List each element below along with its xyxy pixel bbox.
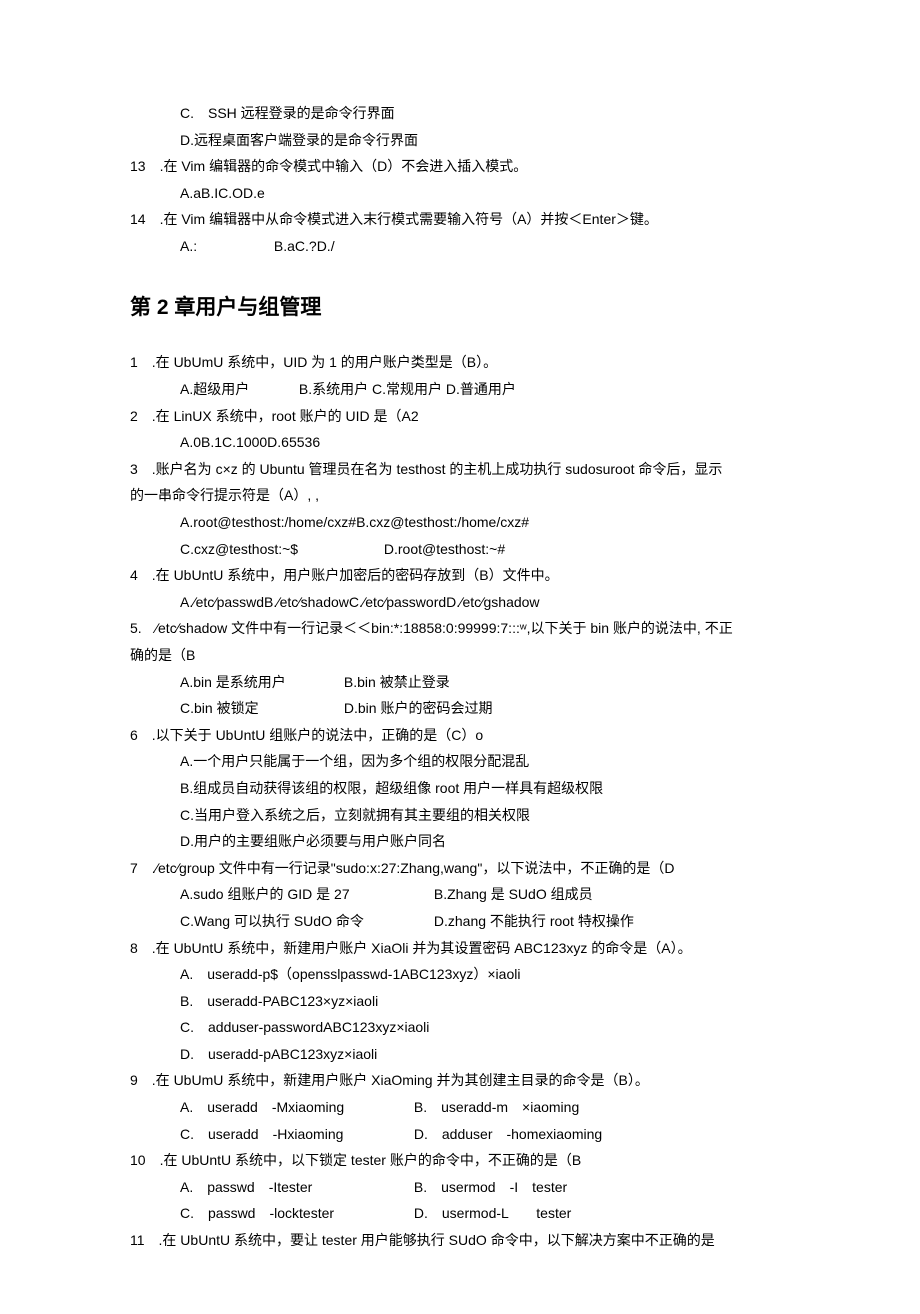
q8-opt-d: D. useradd-pABC123xyz×iaoli [130, 1041, 790, 1068]
prev-q12-option-d: D.远程桌面客户端登录的是命令行界面 [130, 127, 790, 154]
q2-options: A.0B.1C.1000D.65536 [130, 429, 790, 456]
q9-stem: 9 .在 UbUmU 系统中，新建用户账户 XiaOming 并为其创建主目录的… [130, 1067, 790, 1094]
q9-options-row2: C. useradd -Hxiaoming D. adduser -homexi… [130, 1121, 790, 1148]
q3-opt-c: C.cxz@testhost:~$ [180, 536, 380, 563]
q7-opt-b: B.Zhang 是 SUdO 组成员 [434, 886, 593, 902]
q3-options-row1: A.root@testhost:/home/cxz#B.cxz@testhost… [130, 509, 790, 536]
prev-q12-option-c: C. SSH 远程登录的是命令行界面 [130, 100, 790, 127]
prev-q14-options: A.: B.aC.?D./ [130, 233, 790, 260]
q7-opt-c: C.Wang 可以执行 SUdO 命令 [180, 908, 430, 935]
q8-opt-c: C. adduser-passwordABC123xyz×iaoli [130, 1014, 790, 1041]
q5-opt-c: C.bin 被锁定 [180, 695, 340, 722]
q6-opt-c: C.当用户登入系统之后，立刻就拥有其主要组的相关权限 [130, 802, 790, 829]
chapter-2-title: 第 2 章用户与组管理 [130, 288, 790, 328]
q10-options-row1: A. passwd -Itester B. usermod -I tester [130, 1174, 790, 1201]
q10-opt-a: A. passwd -Itester [180, 1174, 410, 1201]
q8-stem: 8 .在 UbUntU 系统中，新建用户账户 XiaOli 并为其设置密码 AB… [130, 935, 790, 962]
q3-stem-1: 3 .账户名为 c×z 的 Ubuntu 管理员在名为 testhost 的主机… [130, 456, 790, 483]
prev-q14-opt-rest: B.aC.?D./ [274, 238, 335, 254]
q5-stem-2: 确的是（B [130, 642, 790, 669]
q3-opt-d: D.root@testhost:~# [384, 541, 505, 557]
q9-opt-c: C. useradd -Hxiaoming [180, 1121, 410, 1148]
q6-opt-b: B.组成员自动获得该组的权限，超级组像 root 用户一样具有超级权限 [130, 775, 790, 802]
q6-stem: 6 .以下关于 UbUntU 组账户的说法中，正确的是（C）o [130, 722, 790, 749]
prev-q13-options: A.aB.IC.OD.e [130, 180, 790, 207]
q4-options: A.∕etc∕passwdB.∕etc∕shadowC.∕etc∕passwor… [130, 589, 790, 616]
q7-options-row2: C.Wang 可以执行 SUdO 命令 D.zhang 不能执行 root 特权… [130, 908, 790, 935]
q10-opt-c: C. passwd -locktester [180, 1200, 410, 1227]
q10-stem: 10 .在 UbUntU 系统中，以下锁定 tester 账户的命令中，不正确的… [130, 1147, 790, 1174]
q9-opt-b: B. useradd-m ×iaoming [414, 1099, 579, 1115]
q10-opt-b: B. usermod -I tester [414, 1179, 567, 1195]
q3-stem-2: 的一串命令行提示符是（A）, , [130, 482, 790, 509]
q10-opt-d: D. usermod-L tester [414, 1205, 571, 1221]
q8-opt-b: B. useradd-PABC123×yz×iaoli [130, 988, 790, 1015]
q11-stem: 11 .在 UbUntU 系统中，要让 tester 用户能够执行 SUdO 命… [130, 1227, 790, 1254]
q5-opt-d: D.bin 账户的密码会过期 [344, 700, 493, 716]
q1-stem: 1 .在 UbUmU 系统中，UID 为 1 的用户账户类型是（B）。 [130, 349, 790, 376]
q9-opt-d: D. adduser -homexiaoming [414, 1126, 602, 1142]
q9-options-row1: A. useradd -Mxiaoming B. useradd-m ×iaom… [130, 1094, 790, 1121]
prev-q14-stem: 14 .在 Vim 编辑器中从命令模式进入末行模式需要输入符号（A）并按＜Ent… [130, 206, 790, 233]
q4-stem: 4 .在 UbUntU 系统中，用户账户加密后的密码存放到（B）文件中。 [130, 562, 790, 589]
q7-opt-a: A.sudo 组账户的 GID 是 27 [180, 881, 430, 908]
q6-opt-a: A.一个用户只能属于一个组，因为多个组的权限分配混乱 [130, 748, 790, 775]
q5-opt-a: A.bin 是系统用户 [180, 669, 340, 696]
q8-opt-a: A. useradd-p$（opensslpasswd-1ABC123xyz）×… [130, 961, 790, 988]
q5-options-row1: A.bin 是系统用户 B.bin 被禁止登录 [130, 669, 790, 696]
q1-opt-a: A.超级用户 [180, 376, 295, 403]
q5-stem-1: 5. ∕etc∕shadow 文件中有一行记录＜＜bin:*:18858:0:9… [130, 615, 790, 642]
q2-stem: 2 .在 LinUX 系统中，root 账户的 UID 是（A2 [130, 403, 790, 430]
q7-opt-d: D.zhang 不能执行 root 特权操作 [434, 913, 634, 929]
q7-options-row1: A.sudo 组账户的 GID 是 27 B.Zhang 是 SUdO 组成员 [130, 881, 790, 908]
q1-options: A.超级用户 B.系统用户 C.常规用户 D.普通用户 [130, 376, 790, 403]
prev-q14-opt-a: A.: [180, 233, 270, 260]
prev-q13-stem: 13 .在 Vim 编辑器的命令模式中输入（D）不会进入插入模式。 [130, 153, 790, 180]
q10-options-row2: C. passwd -locktester D. usermod-L teste… [130, 1200, 790, 1227]
q3-options-row2: C.cxz@testhost:~$ D.root@testhost:~# [130, 536, 790, 563]
q5-opt-b: B.bin 被禁止登录 [344, 674, 450, 690]
q5-options-row2: C.bin 被锁定 D.bin 账户的密码会过期 [130, 695, 790, 722]
q7-stem: 7 .∕etc∕group 文件中有一行记录"sudo:x:27:Zhang,w… [130, 855, 790, 882]
q6-opt-d: D.用户的主要组账户必须要与用户账户同名 [130, 828, 790, 855]
q1-opt-rest: B.系统用户 C.常规用户 D.普通用户 [299, 381, 516, 397]
q9-opt-a: A. useradd -Mxiaoming [180, 1094, 410, 1121]
